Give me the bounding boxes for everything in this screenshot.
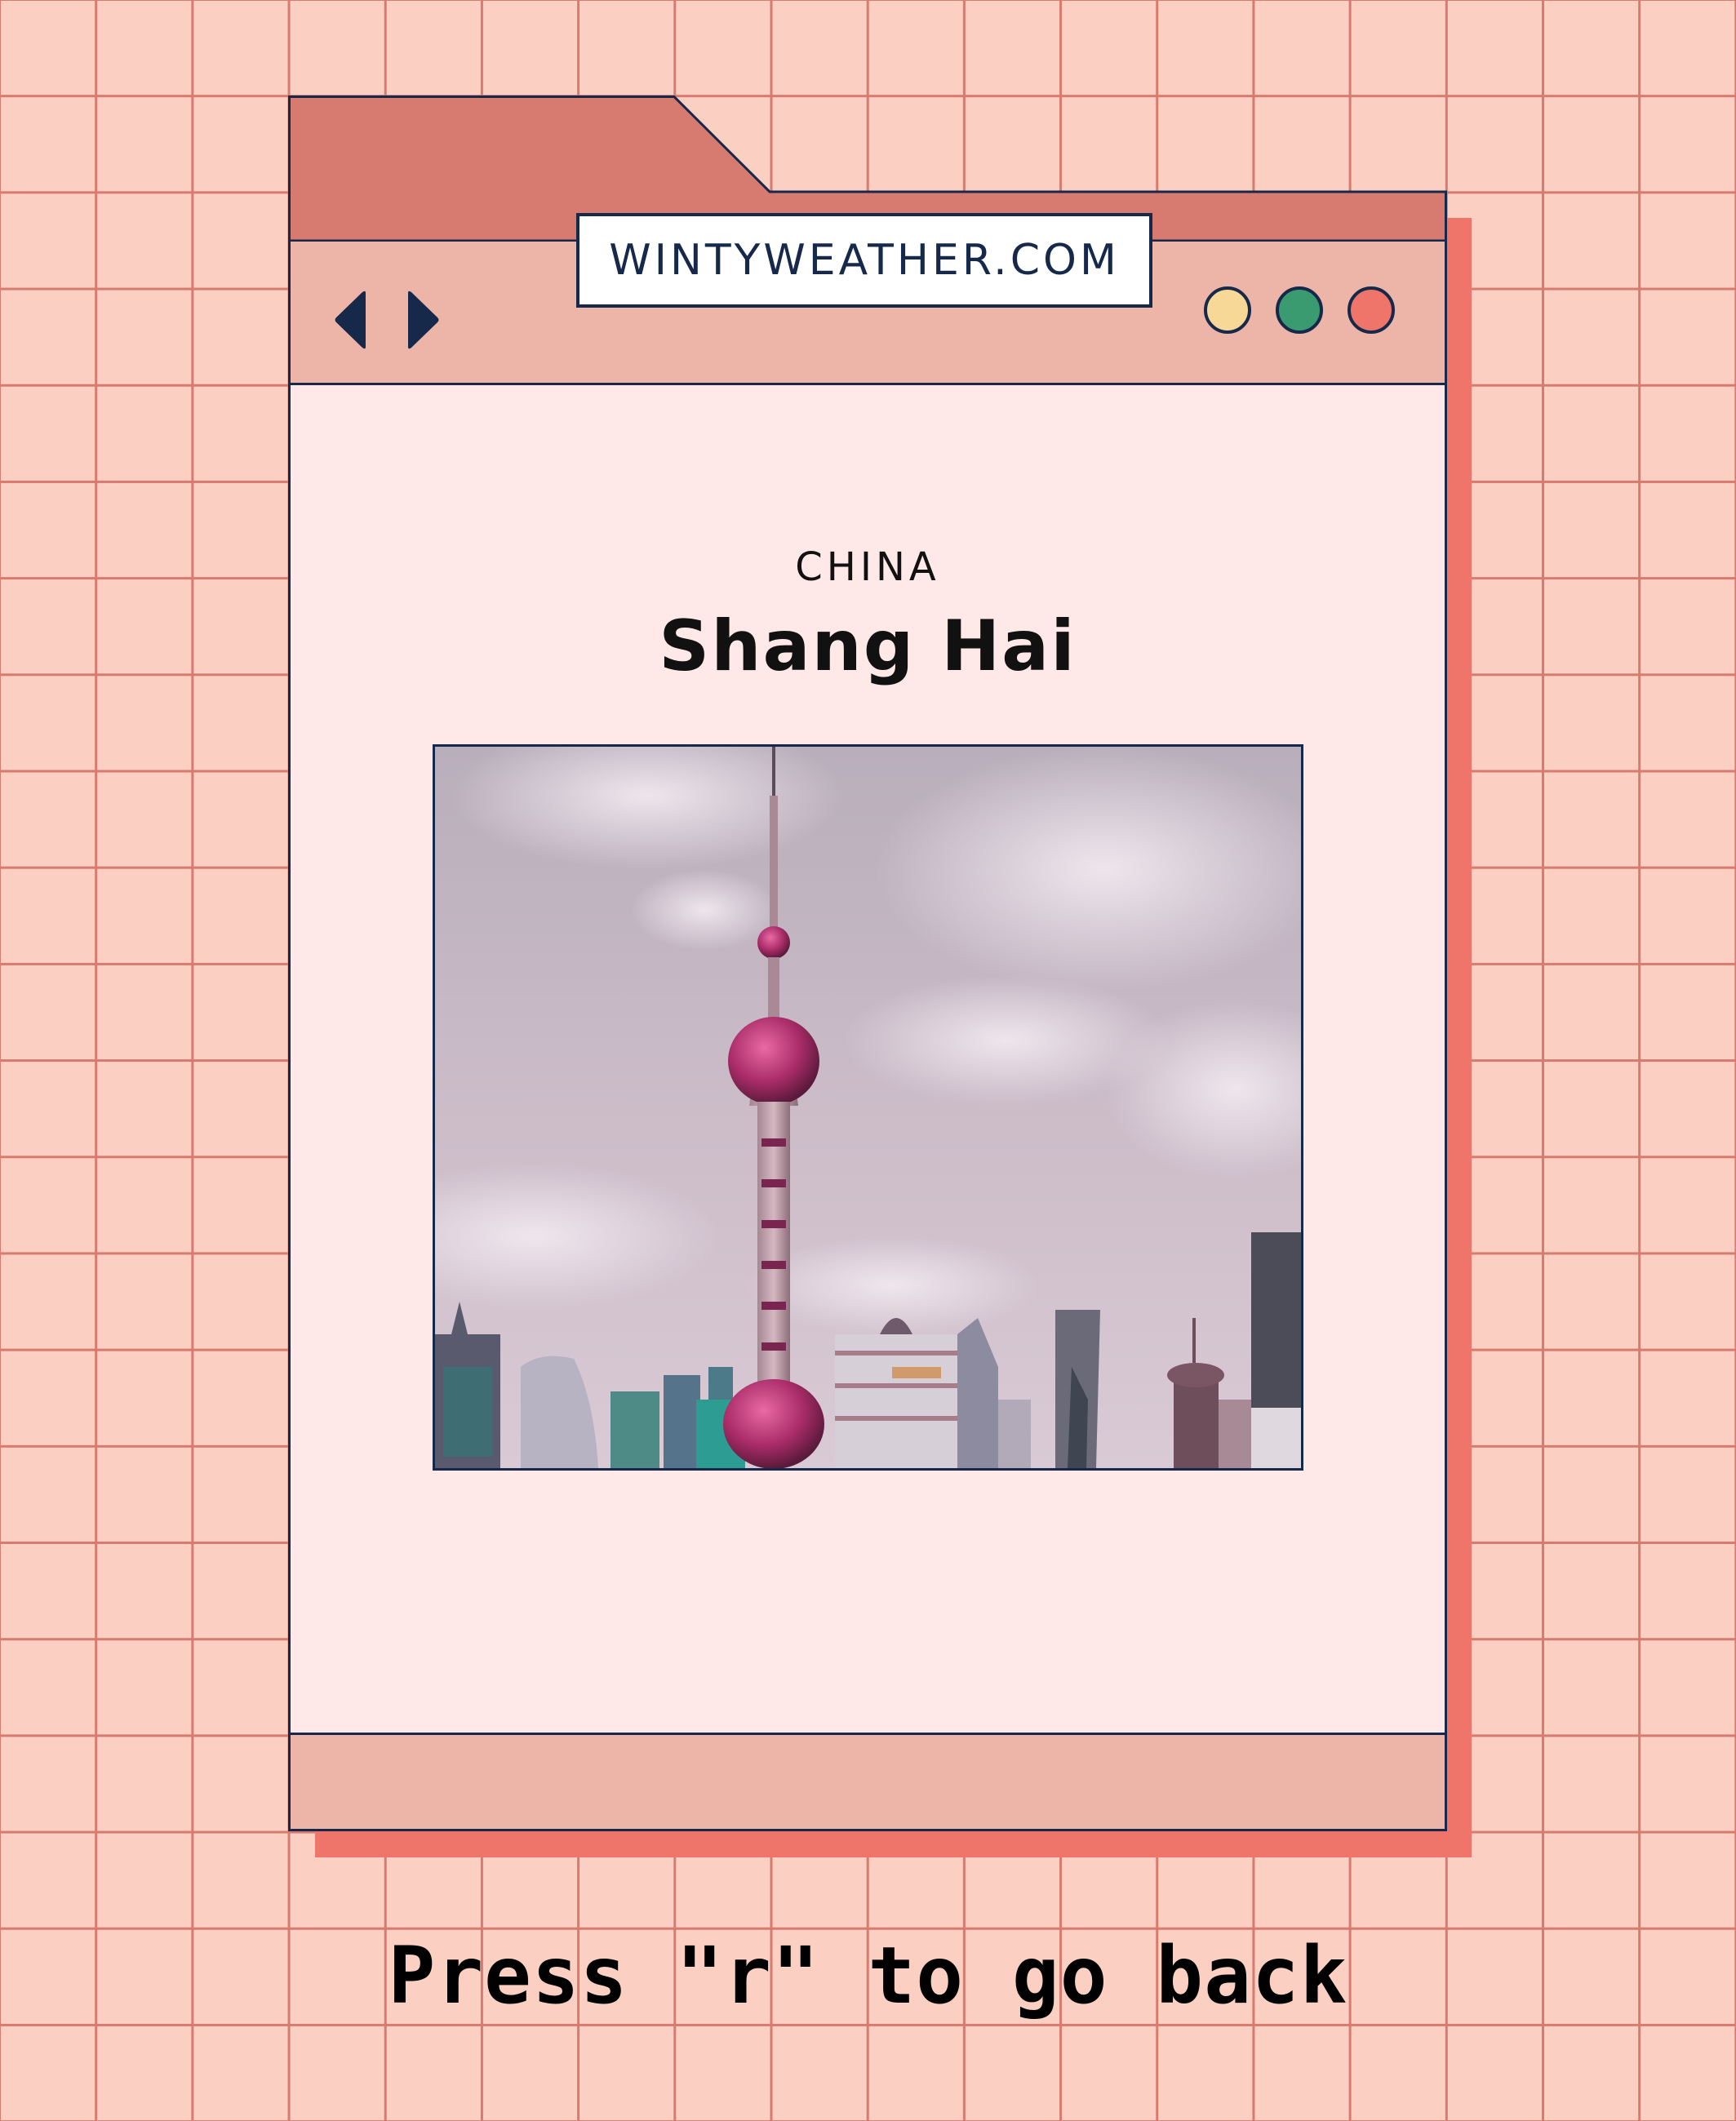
page-content: CHINA Shang Hai — [291, 385, 1445, 1735]
city-title: Shang Hai — [659, 606, 1077, 687]
back-button[interactable] — [333, 290, 369, 350]
country-label: CHINA — [795, 544, 940, 590]
city-photo — [433, 744, 1303, 1471]
triangle-right-icon — [408, 291, 439, 349]
maximize-button[interactable] — [1276, 286, 1323, 334]
close-button[interactable] — [1348, 286, 1395, 334]
url-bar[interactable]: WINTYWEATHER.COM — [576, 213, 1152, 308]
minimize-button[interactable] — [1204, 286, 1251, 334]
skyline-image — [435, 747, 1301, 1468]
go-back-hint: Press "r" to go back — [388, 1930, 1348, 2021]
browser-window: WINTYWEATHER.COM CHINA Shang Hai — [288, 95, 1447, 1831]
browser-footer — [291, 1735, 1445, 1829]
forward-button[interactable] — [405, 290, 441, 350]
triangle-left-icon — [335, 291, 366, 349]
